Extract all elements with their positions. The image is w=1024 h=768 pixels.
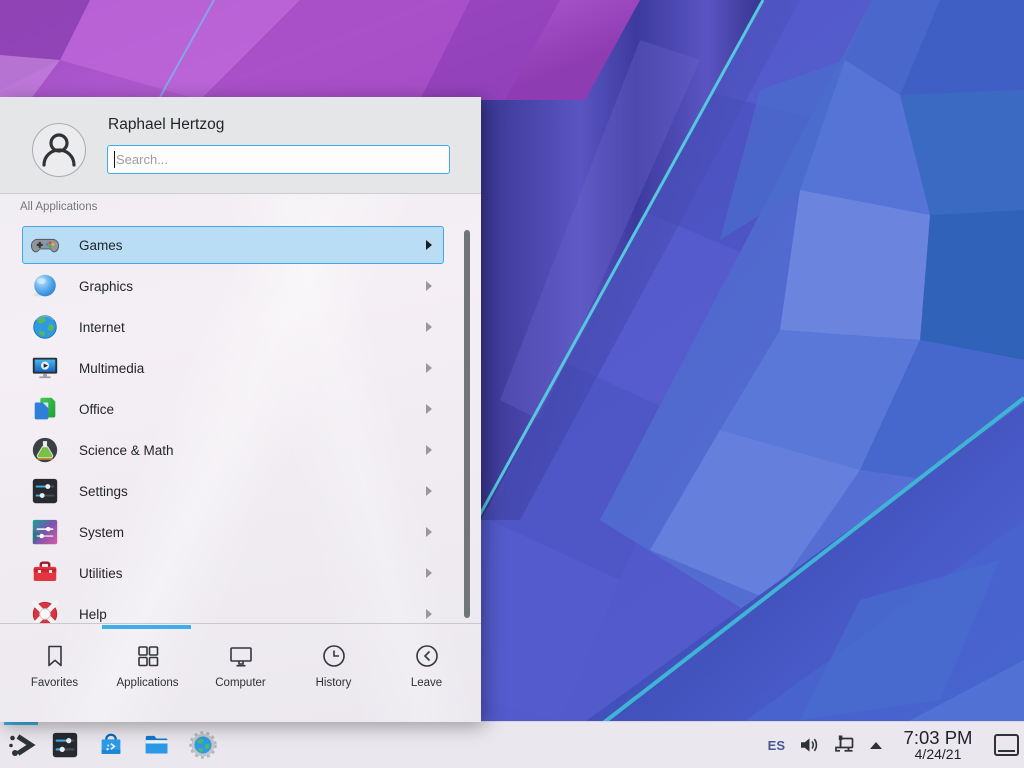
app-grid-icon — [134, 642, 162, 670]
category-row-office[interactable]: Office — [22, 390, 444, 428]
submenu-arrow-icon — [426, 527, 432, 537]
category-list: Games Graphics — [0, 223, 481, 623]
category-list-scrollbar[interactable] — [464, 230, 470, 618]
submenu-arrow-icon — [426, 486, 432, 496]
category-row-settings[interactable]: Settings — [22, 472, 444, 510]
kickoff-launcher-icon — [5, 729, 37, 761]
user-avatar[interactable] — [32, 123, 86, 177]
settings-sliders-icon — [30, 476, 60, 506]
submenu-arrow-icon — [426, 609, 432, 619]
category-label: Office — [79, 402, 114, 417]
category-row-science-math[interactable]: Science & Math — [22, 431, 444, 469]
gamepad-icon — [30, 230, 60, 260]
application-launcher-popup: Raphael Hertzog All Applications Games — [0, 97, 481, 722]
tab-label: Favorites — [31, 677, 78, 689]
office-documents-icon — [30, 394, 60, 424]
category-row-multimedia[interactable]: Multimedia — [22, 349, 444, 387]
pinned-web-browser[interactable] — [180, 722, 226, 768]
pinned-file-manager[interactable] — [134, 722, 180, 768]
bottom-panel: ES 7:03 PM 4/24/21 — [0, 721, 1024, 768]
launcher-tab-bar: Favorites Applications Computer — [0, 623, 481, 723]
tab-label: History — [316, 677, 352, 689]
category-label: Help — [79, 607, 107, 622]
digital-clock[interactable]: 7:03 PM 4/24/21 — [896, 728, 980, 762]
category-label: Internet — [79, 320, 125, 335]
category-row-system[interactable]: System — [22, 513, 444, 551]
category-label: Settings — [79, 484, 128, 499]
category-label: Multimedia — [79, 361, 144, 376]
help-lifebuoy-icon — [30, 599, 60, 623]
active-tab-indicator — [102, 625, 191, 629]
science-flask-icon — [30, 435, 60, 465]
tab-applications[interactable]: Applications — [101, 642, 194, 689]
discover-icon — [95, 729, 127, 761]
category-label: System — [79, 525, 124, 540]
multimedia-monitor-icon — [30, 353, 60, 383]
launcher-header: Raphael Hertzog — [0, 97, 481, 194]
submenu-arrow-icon — [426, 281, 432, 291]
text-cursor — [114, 151, 115, 168]
category-label: Graphics — [79, 279, 133, 294]
computer-icon — [227, 642, 255, 670]
bookmark-icon — [41, 642, 69, 670]
history-clock-icon — [320, 642, 348, 670]
tab-label: Leave — [411, 677, 442, 689]
system-tray: ES 7:03 PM 4/24/21 — [768, 722, 1024, 768]
clock-time: 7:03 PM — [896, 728, 980, 747]
category-row-internet[interactable]: Internet — [22, 308, 444, 346]
system-settings-icon — [49, 729, 81, 761]
search-field-wrap — [107, 145, 450, 174]
category-row-graphics[interactable]: Graphics — [22, 267, 444, 305]
tab-label: Computer — [215, 677, 266, 689]
submenu-arrow-icon — [426, 322, 432, 332]
section-label: All Applications — [20, 201, 97, 213]
category-row-games[interactable]: Games — [22, 226, 444, 264]
internet-globe-icon — [30, 312, 60, 342]
web-browser-icon — [187, 729, 219, 761]
search-input[interactable] — [107, 145, 450, 174]
category-label: Science & Math — [79, 443, 174, 458]
file-manager-icon — [141, 729, 173, 761]
keyboard-layout-indicator[interactable]: ES — [768, 738, 785, 753]
category-label: Games — [79, 238, 123, 253]
system-sliders-icon — [30, 517, 60, 547]
clock-date: 4/24/21 — [896, 747, 980, 762]
tab-computer[interactable]: Computer — [194, 642, 287, 689]
category-label: Utilities — [79, 566, 123, 581]
leave-icon — [413, 642, 441, 670]
tab-history[interactable]: History — [287, 642, 380, 689]
pinned-discover[interactable] — [88, 722, 134, 768]
submenu-arrow-icon — [426, 240, 432, 250]
submenu-arrow-icon — [426, 445, 432, 455]
show-desktop-button[interactable] — [994, 734, 1019, 756]
pinned-system-settings[interactable] — [42, 722, 88, 768]
tab-leave[interactable]: Leave — [380, 642, 473, 689]
user-name: Raphael Hertzog — [108, 116, 224, 134]
graphics-sphere-icon — [30, 271, 60, 301]
launcher-button[interactable] — [0, 722, 42, 768]
expand-tray-icon[interactable] — [868, 739, 884, 751]
utilities-toolbox-icon — [30, 558, 60, 588]
volume-icon[interactable] — [798, 734, 820, 756]
tab-favorites[interactable]: Favorites — [8, 642, 101, 689]
category-row-help[interactable]: Help — [22, 595, 444, 623]
tab-label: Applications — [116, 677, 178, 689]
submenu-arrow-icon — [426, 568, 432, 578]
wired-network-icon[interactable] — [832, 733, 856, 757]
submenu-arrow-icon — [426, 404, 432, 414]
submenu-arrow-icon — [426, 363, 432, 373]
category-row-utilities[interactable]: Utilities — [22, 554, 444, 592]
